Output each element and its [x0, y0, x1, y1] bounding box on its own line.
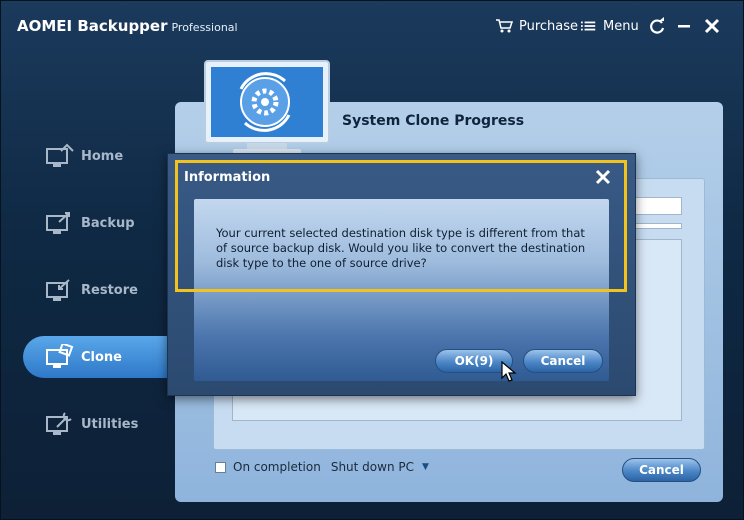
dialog-cancel-button[interactable]: Cancel [523, 349, 603, 373]
sidebar-item-restore[interactable]: Restore [23, 269, 173, 311]
refresh-icon [650, 17, 665, 34]
mouse-cursor-icon [501, 361, 517, 382]
on-completion-row: On completion Shut down PC ▼ [215, 460, 429, 474]
backup-icon [46, 212, 70, 234]
app-edition: Professional [171, 21, 238, 34]
clone-icon [46, 344, 74, 368]
sidebar-item-utilities[interactable]: Utilities [23, 403, 173, 445]
cart-icon [496, 19, 513, 33]
close-icon [704, 18, 720, 34]
menu-icon [581, 21, 596, 31]
minimize-icon [678, 25, 690, 28]
cancel-button[interactable]: Cancel [622, 458, 701, 482]
refresh-button[interactable] [646, 15, 668, 37]
on-completion-checkbox[interactable] [215, 461, 226, 473]
page-title: System Clone Progress [342, 113, 525, 129]
dialog-close-button[interactable] [592, 166, 614, 188]
sidebar-item-backup[interactable]: Backup [23, 202, 173, 244]
information-dialog: Information Your current selected destin… [167, 153, 636, 396]
menu-button[interactable]: Menu [581, 18, 639, 34]
sidebar-item-home[interactable]: Home [23, 135, 173, 177]
minimize-button[interactable] [673, 15, 695, 37]
on-completion-select[interactable]: Shut down PC [331, 460, 414, 474]
purchase-button[interactable]: Purchase [495, 18, 578, 34]
on-completion-label: On completion [233, 460, 321, 474]
utilities-icon [46, 412, 72, 435]
close-icon [595, 169, 611, 185]
dialog-message: Your current selected destination disk t… [216, 226, 586, 270]
chevron-down-icon[interactable]: ▼ [422, 462, 429, 472]
app-window: AOMEI Backupper Professional Purchase Men… [0, 0, 744, 520]
close-button[interactable] [701, 15, 723, 37]
restore-icon [46, 279, 70, 301]
home-icon [46, 143, 74, 167]
app-title: AOMEI Backupper Professional [17, 17, 238, 35]
dialog-title: Information [184, 170, 271, 185]
sidebar-item-clone[interactable]: Clone [23, 336, 173, 378]
sidebar: Home Backup Restore Clone Utilities [1, 121, 173, 461]
clone-monitor-icon [204, 60, 330, 155]
dialog-body: Your current selected destination disk t… [194, 199, 609, 381]
title-bar: AOMEI Backupper Professional Purchase Men… [1, 1, 743, 53]
